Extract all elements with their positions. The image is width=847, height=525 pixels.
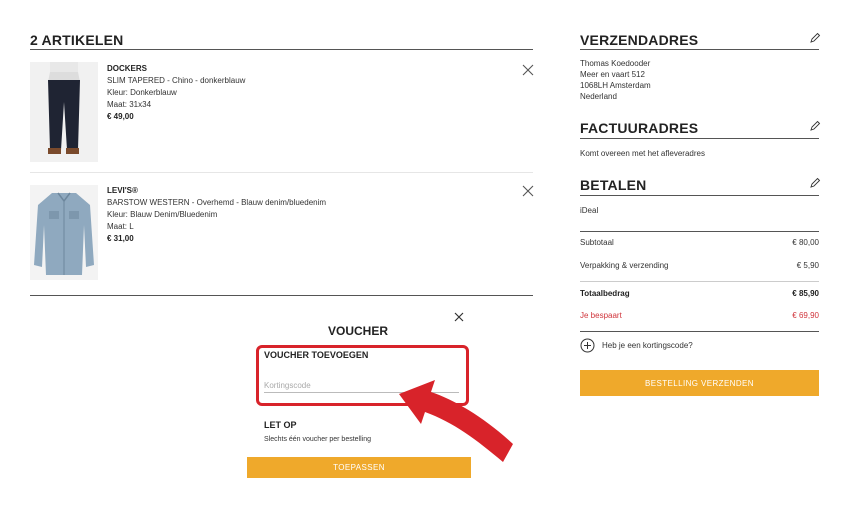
payment-method: iDeal — [580, 206, 599, 215]
shipping-title: VERZENDADRES — [580, 32, 699, 48]
summary-mid-divider — [580, 281, 819, 282]
address-line: 1068LH Amsterdam — [580, 81, 651, 90]
product-size: Maat: 31x34 — [107, 100, 152, 109]
product-image-shirt[interactable] — [30, 185, 98, 280]
submit-order-button[interactable]: BESTELLING VERZENDEN — [580, 370, 819, 396]
savings-label: Je bespaart — [580, 311, 622, 320]
product-color: Kleur: Blauw Denim/Bluedenim — [107, 210, 218, 219]
voucher-note-text: Slechts één voucher per bestelling — [264, 436, 372, 443]
edit-billing-pencil-icon[interactable] — [809, 119, 821, 131]
total-label: Totaalbedrag — [580, 289, 630, 298]
billing-title: FACTUURADRES — [580, 120, 699, 136]
cart-title: 2 ARTIKELEN — [30, 32, 124, 48]
discount-code-link[interactable]: Heb je een kortingscode? — [580, 338, 693, 353]
billing-text: Komt overeen met het afleveradres — [580, 149, 705, 158]
product-name[interactable]: BARSTOW WESTERN - Overhemd - Blauw denim… — [107, 197, 326, 209]
shipping-cost-label: Verpakking & verzending — [580, 261, 669, 270]
product-color: Kleur: Donkerblauw — [107, 88, 177, 97]
product-brand: DOCKERS — [107, 64, 148, 73]
remove-item-close-icon[interactable] — [522, 184, 534, 197]
total-value: € 85,90 — [792, 289, 819, 298]
plus-circle-icon — [580, 338, 595, 353]
cart-item: DOCKERS SLIM TAPERED - Chino - donkerbla… — [107, 64, 245, 121]
voucher-add-label: VOUCHER TOEVOEGEN — [264, 350, 369, 360]
summary-bottom-divider — [580, 331, 819, 332]
cart-bottom-divider — [30, 295, 533, 296]
billing-divider — [580, 138, 819, 139]
item-divider — [30, 172, 533, 173]
savings-value: € 69,90 — [792, 311, 819, 320]
address-line: Meer en vaart 512 — [580, 70, 645, 79]
voucher-close-icon[interactable] — [453, 310, 465, 322]
payment-divider — [580, 195, 819, 196]
product-brand: LEVI'S® — [107, 186, 138, 195]
discount-code-label: Heb je een kortingscode? — [602, 341, 693, 350]
remove-item-close-icon[interactable] — [522, 63, 534, 76]
edit-shipping-pencil-icon[interactable] — [809, 31, 821, 43]
payment-title: BETALEN — [580, 177, 647, 193]
shipping-address: Thomas Koedooder Meer en vaart 512 1068L… — [580, 58, 651, 102]
subtotal-label: Subtotaal — [580, 238, 614, 247]
voucher-title: VOUCHER — [327, 324, 388, 338]
product-price: € 49,00 — [107, 112, 134, 121]
voucher-note-title: LET OP — [264, 420, 297, 430]
apply-voucher-button[interactable]: TOEPASSEN — [247, 457, 471, 478]
edit-payment-pencil-icon[interactable] — [809, 176, 821, 188]
subtotal-value: € 80,00 — [792, 238, 819, 247]
product-price: € 31,00 — [107, 234, 134, 243]
shipping-divider — [580, 49, 819, 50]
cart-item: LEVI'S® BARSTOW WESTERN - Overhemd - Bla… — [107, 186, 326, 243]
address-line: Nederland — [580, 92, 617, 101]
cart-title-divider — [30, 49, 533, 50]
summary-top-divider — [580, 231, 819, 232]
product-name[interactable]: SLIM TAPERED - Chino - donkerblauw — [107, 75, 245, 87]
product-image-chino[interactable] — [30, 62, 98, 162]
shipping-cost-value: € 5,90 — [796, 261, 819, 270]
address-line: Thomas Koedooder — [580, 59, 651, 68]
product-size: Maat: L — [107, 222, 134, 231]
